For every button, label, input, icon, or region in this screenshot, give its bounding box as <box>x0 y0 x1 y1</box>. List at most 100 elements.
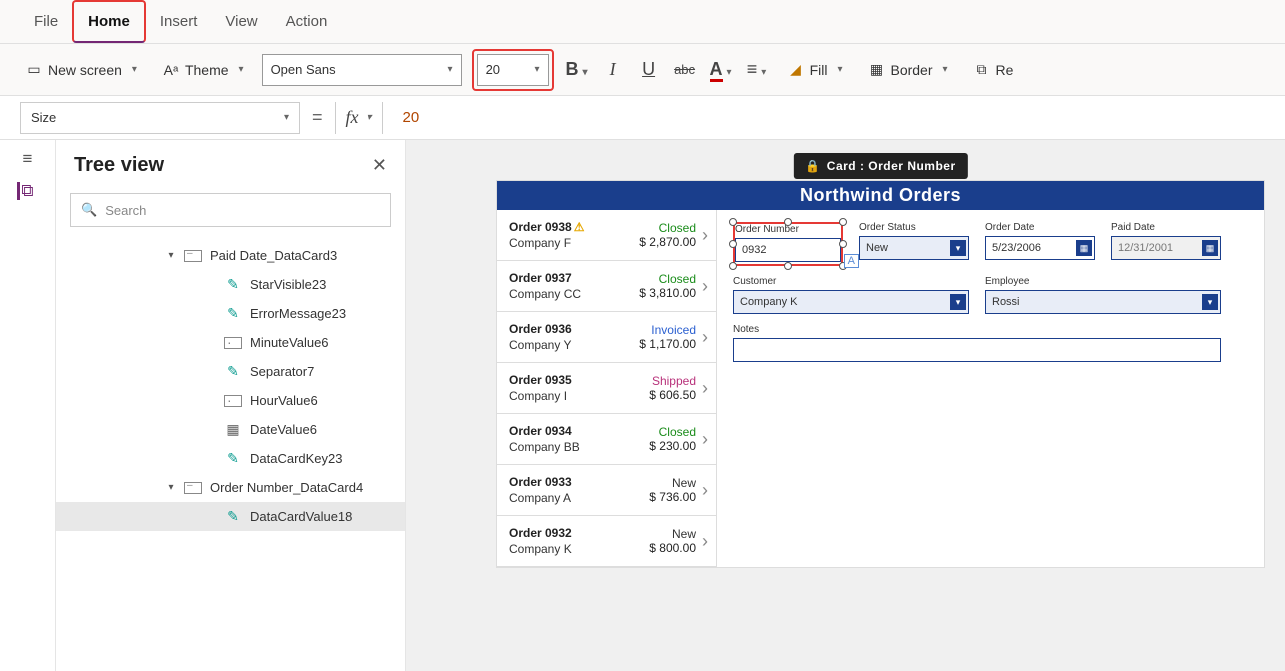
reorder-button[interactable]: ⧉ Re <box>966 58 1022 82</box>
employee-label: Employee <box>985 276 1221 287</box>
field-order-status: Order Status New▾ <box>859 222 969 266</box>
tree-node-label: StarVisible23 <box>250 277 326 292</box>
underline-button[interactable]: U <box>636 59 662 80</box>
align-button[interactable]: ≡▾ <box>744 59 770 80</box>
chevron-right-icon: › <box>702 480 708 501</box>
canvas[interactable]: 🔒 Card : Order Number Northwind Orders O… <box>406 140 1285 671</box>
paint-bucket-icon: ◢ <box>788 62 804 78</box>
label-icon: ✎ <box>224 278 242 292</box>
order-list[interactable]: Order 0938⚠Company FClosed$ 2,870.00› Ord… <box>497 210 717 567</box>
reorder-icon: ⧉ <box>974 62 990 78</box>
font-size-highlight: 20 ▾ <box>472 49 554 91</box>
field-customer: Customer Company K▾ <box>733 276 969 314</box>
chevron-right-icon: › <box>702 327 708 348</box>
order-list-item[interactable]: Order 0936Company YInvoiced$ 1,170.00› <box>497 312 716 363</box>
border-button[interactable]: ▦ Border ▾ <box>860 58 955 82</box>
font-size-select[interactable]: 20 ▾ <box>477 54 549 86</box>
order-amount: $ 230.00 <box>649 439 696 453</box>
app-banner: 🔒 Card : Order Number Northwind Orders <box>497 181 1264 210</box>
order-date-label: Order Date <box>985 222 1095 233</box>
fill-button[interactable]: ◢ Fill ▾ <box>780 58 851 82</box>
chevron-down-icon: ▾ <box>239 64 244 75</box>
order-amount: $ 800.00 <box>649 541 696 555</box>
strike-button[interactable]: abc <box>672 62 698 77</box>
field-order-number[interactable]: Order Number 0932 A <box>733 222 843 266</box>
order-date-input[interactable]: 5/23/2006▦ <box>985 236 1095 260</box>
theme-button[interactable]: Aᵃ Theme ▾ <box>155 58 252 82</box>
datacard-icon <box>184 250 202 262</box>
tooltip-text: Card : Order Number <box>827 159 956 173</box>
order-status: Shipped <box>649 374 696 388</box>
search-icon: 🔍 <box>81 202 97 218</box>
menu-action[interactable]: Action <box>272 0 342 43</box>
order-list-item[interactable]: Order 0933Company ANew$ 736.00› <box>497 465 716 516</box>
menu-bar: File Home Insert View Action <box>0 0 1285 44</box>
screen-icon: ▭ <box>26 62 42 78</box>
tree-view-panel: Tree view ✕ 🔍 Search ▾Paid Date_DataCard… <box>56 140 406 671</box>
new-screen-button[interactable]: ▭ New screen ▾ <box>18 58 145 82</box>
order-number-label: Order Number <box>735 224 841 235</box>
input-icon <box>224 337 242 349</box>
tree-node[interactable]: ✎DataCardKey23 <box>56 444 405 473</box>
order-status-select[interactable]: New▾ <box>859 236 969 260</box>
tree-node[interactable]: ✎DataCardValue18 <box>56 502 405 531</box>
tree-node[interactable]: ▾Order Number_DataCard4 <box>56 473 405 502</box>
order-company: Company BB <box>509 440 580 454</box>
menu-view[interactable]: View <box>211 0 271 43</box>
order-list-item[interactable]: Order 0935Company IShipped$ 606.50› <box>497 363 716 414</box>
tree-node[interactable]: ✎ StarVisible23 <box>56 270 405 299</box>
order-list-item[interactable]: Order 0932Company KNew$ 800.00› <box>497 516 716 567</box>
tree-node-label: DateValue6 <box>250 422 317 437</box>
tree-node[interactable]: MinuteValue6 <box>56 328 405 357</box>
order-list-item[interactable]: Order 0938⚠Company FClosed$ 2,870.00› <box>497 210 716 261</box>
employee-select[interactable]: Rossi▾ <box>985 290 1221 314</box>
rail-hamburger-icon[interactable]: ≡ <box>17 150 39 168</box>
lock-icon: 🔒 <box>805 159 820 173</box>
order-list-item[interactable]: Order 0937Company CCClosed$ 3,810.00› <box>497 261 716 312</box>
order-status: Closed <box>639 221 696 235</box>
order-status: Closed <box>639 272 696 286</box>
bold-button[interactable]: B▾ <box>564 59 590 80</box>
notes-input[interactable] <box>733 338 1221 362</box>
tree-node[interactable]: ✎ErrorMessage23 <box>56 299 405 328</box>
order-company: Company A <box>509 491 572 505</box>
customer-select[interactable]: Company K▾ <box>733 290 969 314</box>
order-id: Order 0933 <box>509 475 572 489</box>
order-status-label: Order Status <box>859 222 969 233</box>
order-status: New <box>649 476 696 490</box>
order-amount: $ 606.50 <box>649 388 696 402</box>
chevron-right-icon: › <box>702 276 708 297</box>
font-family-select[interactable]: Open Sans ▾ <box>262 54 462 86</box>
chevron-down-icon: ▾ <box>1202 294 1218 310</box>
paid-date-input[interactable]: 12/31/2001▦ <box>1111 236 1221 260</box>
calendar-icon: ▦ <box>1202 240 1218 256</box>
tree-node-label: Separator7 <box>250 364 314 379</box>
order-status: New <box>649 527 696 541</box>
font-color-button[interactable]: A▾ <box>708 59 734 80</box>
close-icon[interactable]: ✕ <box>372 155 387 176</box>
tree-node[interactable]: ▾Paid Date_DataCard3 <box>56 241 405 270</box>
order-company: Company I <box>509 389 572 403</box>
menu-file[interactable]: File <box>20 0 72 43</box>
rail-tree-view-icon[interactable]: ⧉ <box>17 182 39 200</box>
datacard-icon <box>184 482 202 494</box>
order-id: Order 0936 <box>509 322 572 336</box>
order-list-item[interactable]: Order 0934Company BBClosed$ 230.00› <box>497 414 716 465</box>
order-number-input[interactable]: 0932 <box>735 238 841 262</box>
tree-search-input[interactable]: 🔍 Search <box>70 193 391 227</box>
formula-bar: Size ▾ = fx ▾ 20 <box>0 96 1285 140</box>
italic-button[interactable]: I <box>600 59 626 80</box>
formula-input[interactable]: 20 <box>395 109 420 126</box>
property-select[interactable]: Size ▾ <box>20 102 300 134</box>
fx-button[interactable]: fx ▾ <box>335 102 383 134</box>
font-size-value: 20 <box>486 62 500 77</box>
new-screen-label: New screen <box>48 62 122 78</box>
menu-home[interactable]: Home <box>72 0 146 43</box>
calendar-icon: ▦ <box>224 423 242 437</box>
tree-node[interactable]: HourValue6 <box>56 386 405 415</box>
tree-node[interactable]: ✎Separator7 <box>56 357 405 386</box>
menu-insert[interactable]: Insert <box>146 0 212 43</box>
tree-node[interactable]: ▦ DateValue6 <box>56 415 405 444</box>
order-company: Company CC <box>509 287 581 301</box>
tree-node-label: HourValue6 <box>250 393 318 408</box>
